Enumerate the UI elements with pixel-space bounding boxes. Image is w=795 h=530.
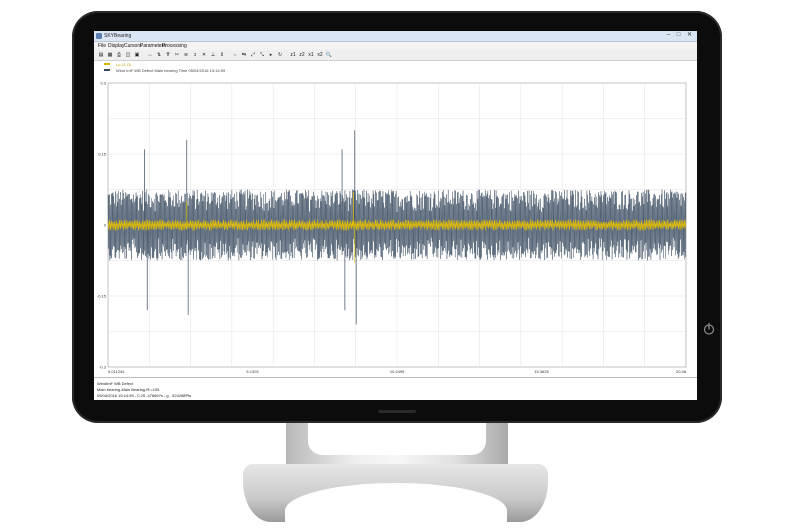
toolbar-button-1[interactable]: ▦ [106, 51, 114, 59]
legend-swatch-signal [104, 69, 110, 71]
toolbar-button-11[interactable]: ✕ [200, 51, 208, 59]
monitor-stand-cutout [308, 423, 486, 455]
y-tick-label: 0 [104, 223, 107, 228]
toolbar-button-4[interactable]: ▣ [133, 51, 141, 59]
toolbar-button-12[interactable]: ⟂ [209, 51, 217, 59]
x-tick-label: 5.1303 [246, 369, 259, 374]
waveform-chart: 0.3 0.15 0 -0.15 -0.30.011244 5.1303 10.2495 15… [97, 81, 687, 375]
menu-display[interactable]: Display [108, 43, 124, 49]
title-bar: SKYBearing – □ ✕ [94, 31, 697, 42]
toolbar-button-20[interactable]: z1 [289, 51, 297, 59]
toolbar-button-14[interactable]: ⇔ [231, 51, 239, 59]
toolbar-button-22[interactable]: x1 [307, 51, 315, 59]
app-icon [96, 33, 102, 39]
close-button[interactable]: ✕ [685, 32, 694, 39]
toolbar-button-17[interactable]: ⤡ [258, 51, 266, 59]
legend-entry-2: Wind ImF WB Defect Main bearing Time 05/… [116, 68, 226, 73]
toolbar-button-19[interactable]: ↻ [276, 51, 284, 59]
toolbar-button-24[interactable]: 🔍 [325, 51, 333, 59]
toolbar-button-21[interactable]: z2 [298, 51, 306, 59]
toolbar-button-7[interactable]: ⇈ [164, 51, 172, 59]
toolbar-button-8[interactable]: ✂ [173, 51, 181, 59]
toolbar-button-5[interactable]: ↔ [146, 51, 154, 59]
menu-processing[interactable]: Processing [162, 43, 187, 49]
info-panel: WindImF WB Defect Main bearing-Main Bear… [94, 377, 697, 400]
toolbar-button-6[interactable]: ⇅ [155, 51, 163, 59]
y-tick-label: -0.15 [97, 294, 107, 299]
toolbar-button-13[interactable]: ⇕ [218, 51, 226, 59]
toolbar-button-15[interactable]: ⇆ [240, 51, 248, 59]
toolbar-button-3[interactable]: ◫ [124, 51, 132, 59]
info-line-3: 05/04/2016 15:14:59 - 0.25 -476667s - g … [97, 393, 192, 398]
toolbar-button-10[interactable]: ↄ [191, 51, 199, 59]
maximize-button[interactable]: □ [674, 32, 683, 39]
monitor-logo-slot [378, 410, 416, 413]
toolbar-button-23[interactable]: x2 [316, 51, 324, 59]
app-window: SKYBearing – □ ✕ File Display Cursors Pa… [94, 31, 697, 400]
chart-area: 0.3 0.15 0 -0.15 -0.3 0.011244 5.1303 10.2495 15… [94, 61, 697, 377]
menu-cursors[interactable]: Cursors [124, 43, 142, 49]
y-tick-label: 0.15 [98, 152, 107, 157]
toolbar-button-16[interactable]: ⤢ [249, 51, 257, 59]
menu-file[interactable]: File [98, 43, 106, 49]
legend-swatch-highlight [104, 63, 110, 65]
info-line-1: WindImF WB Defect [97, 381, 134, 386]
x-tick-label: 0.011244 [108, 369, 125, 374]
y-tick-label: 0.3 [100, 81, 106, 86]
x-tick-label: 15.3626 [534, 369, 549, 374]
toolbar-button-2[interactable]: ⎙ [115, 51, 123, 59]
x-tick-label: 20.48 [676, 369, 687, 374]
power-icon[interactable] [702, 322, 716, 336]
y-tick-label: -0.3 [99, 365, 107, 370]
minimize-button[interactable]: – [664, 32, 673, 39]
menu-bar: File Display Cursors Parameters Processi… [94, 42, 697, 50]
toolbar: ▤ ▦ ⎙ ◫ ▣ ↔ ⇅ ⇈ ✂ ≋ ↄ ✕ ⟂ ⇕ ⇔ ⇆ ⤢ ⤡ ▸ ↻ z1 z2 x1 x2 🔍 [94, 50, 697, 61]
x-tick-label: 10.2495 [390, 369, 405, 374]
window-title: SKYBearing [104, 33, 132, 39]
info-line-2: Main bearing-Main Bearing-R:=135 [97, 387, 160, 392]
toolbar-button-18[interactable]: ▸ [267, 51, 275, 59]
toolbar-button-9[interactable]: ≋ [182, 51, 190, 59]
toolbar-button-0[interactable]: ▤ [97, 51, 105, 59]
legend-entry-1: Lp 11 Ot [116, 62, 132, 67]
